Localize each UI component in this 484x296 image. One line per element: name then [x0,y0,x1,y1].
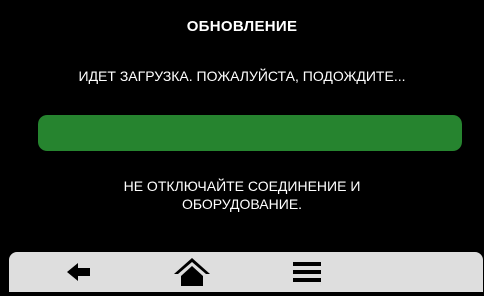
status-text: ИДЕТ ЗАГРУЗКА. ПОЖАЛУЙСТА, ПОДОЖДИТЕ... [78,68,406,84]
back-arrow-icon [67,263,90,281]
progress-bar [38,115,462,151]
menu-button[interactable] [277,252,337,292]
warning-message: НЕ ОТКЛЮЧАЙТЕ СОЕДИНЕНИЕ И ОБОРУДОВАНИЕ. [0,177,484,213]
progress-bar-fill [38,115,462,151]
warning-line-1: НЕ ОТКЛЮЧАЙТЕ СОЕДИНЕНИЕ И [123,178,361,194]
page-title: ОБНОВЛЕНИЕ [186,18,298,35]
back-button[interactable] [49,252,109,292]
home-icon [174,258,210,286]
bottom-toolbar [9,252,483,292]
menu-icon [293,262,321,282]
home-button[interactable] [162,252,222,292]
warning-line-2: ОБОРУДОВАНИЕ. [181,196,303,212]
